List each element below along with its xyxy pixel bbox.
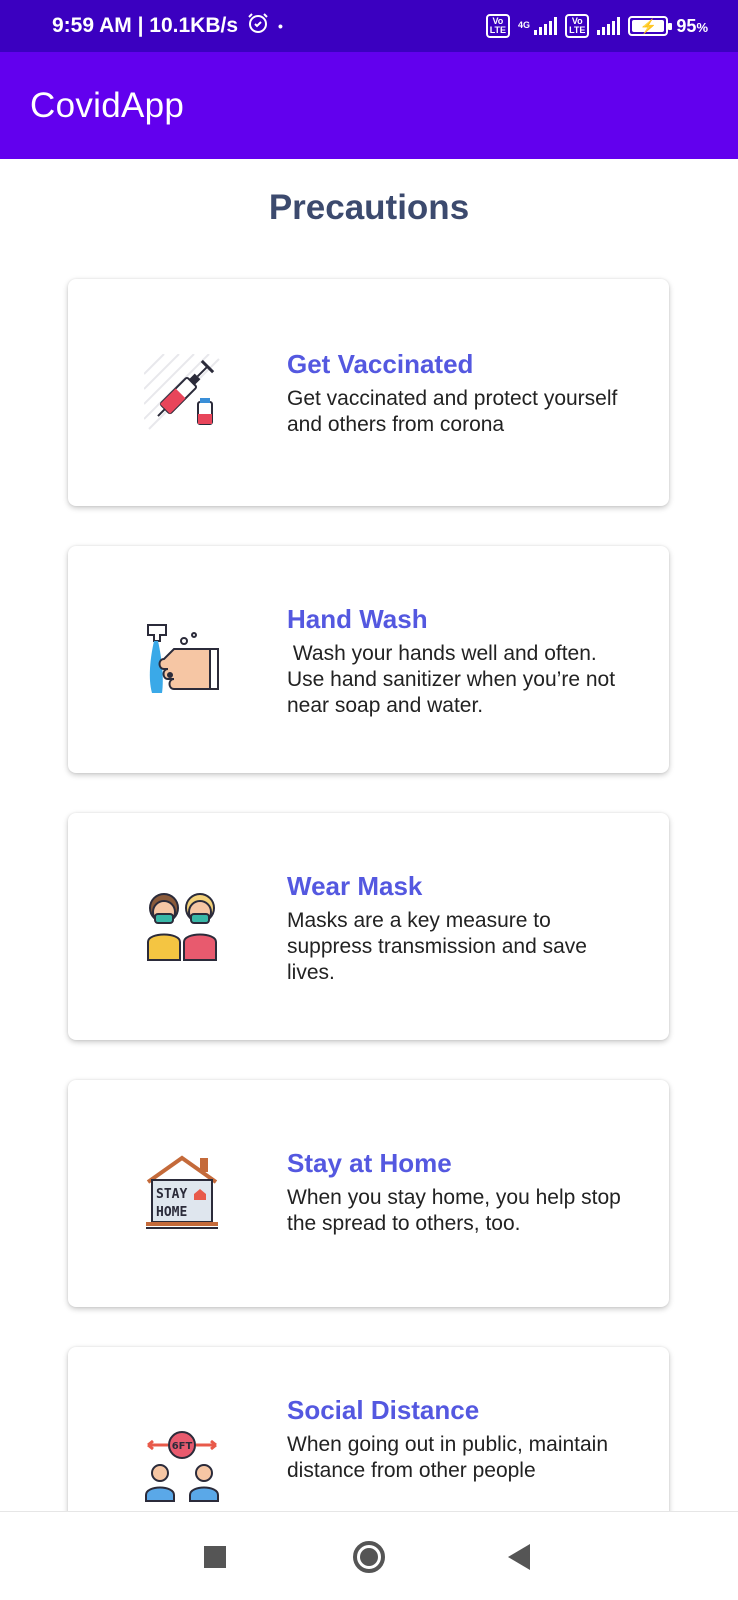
circle-icon <box>353 1540 385 1573</box>
distance-icon-text: 6FT <box>172 1441 193 1452</box>
card-description: Masks are a key measure to suppress tran… <box>287 909 593 984</box>
card-description: When you stay home, you help stop the sp… <box>287 1186 627 1235</box>
card-title: Wear Mask <box>287 871 423 901</box>
card-text: Get Vaccinated Get vaccinated and protec… <box>287 349 637 438</box>
card-description: Wash your hands well and often. Use hand… <box>287 642 621 717</box>
card-stay-at-home[interactable]: STAY HOME Stay at Home When you stay hom… <box>68 1080 669 1307</box>
stay-icon-text: STAY <box>156 1187 187 1202</box>
card-description: Get vaccinated and protect yourself and … <box>287 387 624 436</box>
stay-home-icon: STAY HOME <box>144 1154 220 1230</box>
social-distance-icon: 6FT <box>144 1427 220 1503</box>
back-triangle-icon <box>508 1543 530 1570</box>
card-text: Stay at Home When you stay home, you hel… <box>287 1148 637 1237</box>
system-nav-bar <box>0 1511 738 1600</box>
card-title: Social Distance <box>287 1395 480 1425</box>
back-button[interactable] <box>474 1512 564 1600</box>
syringe-icon <box>143 353 220 430</box>
card-description: When going out in public, maintain dista… <box>287 1433 614 1482</box>
card-title: Hand Wash <box>287 604 428 634</box>
card-wear-mask[interactable]: Wear Mask Masks are a key measure to sup… <box>68 813 669 1040</box>
card-text: Social Distance When going out in public… <box>287 1395 637 1484</box>
card-list[interactable]: Get Vaccinated Get vaccinated and protec… <box>0 0 738 1511</box>
card-text: Hand Wash Wash your hands well and often… <box>287 604 637 719</box>
square-icon <box>204 1545 226 1568</box>
card-social-distance[interactable]: 6FT Social Distance When going out in pu… <box>68 1347 669 1511</box>
hand-wash-icon <box>144 619 220 695</box>
home-button[interactable] <box>324 1512 414 1600</box>
card-text: Wear Mask Masks are a key measure to sup… <box>287 871 637 986</box>
card-title: Get Vaccinated <box>287 349 474 379</box>
home-icon-text: HOME <box>156 1205 187 1220</box>
recents-button[interactable] <box>170 1512 260 1600</box>
card-hand-wash[interactable]: Hand Wash Wash your hands well and often… <box>68 546 669 773</box>
card-get-vaccinated[interactable]: Get Vaccinated Get vaccinated and protec… <box>68 279 669 506</box>
mask-people-icon <box>144 886 220 962</box>
card-title: Stay at Home <box>287 1148 452 1178</box>
